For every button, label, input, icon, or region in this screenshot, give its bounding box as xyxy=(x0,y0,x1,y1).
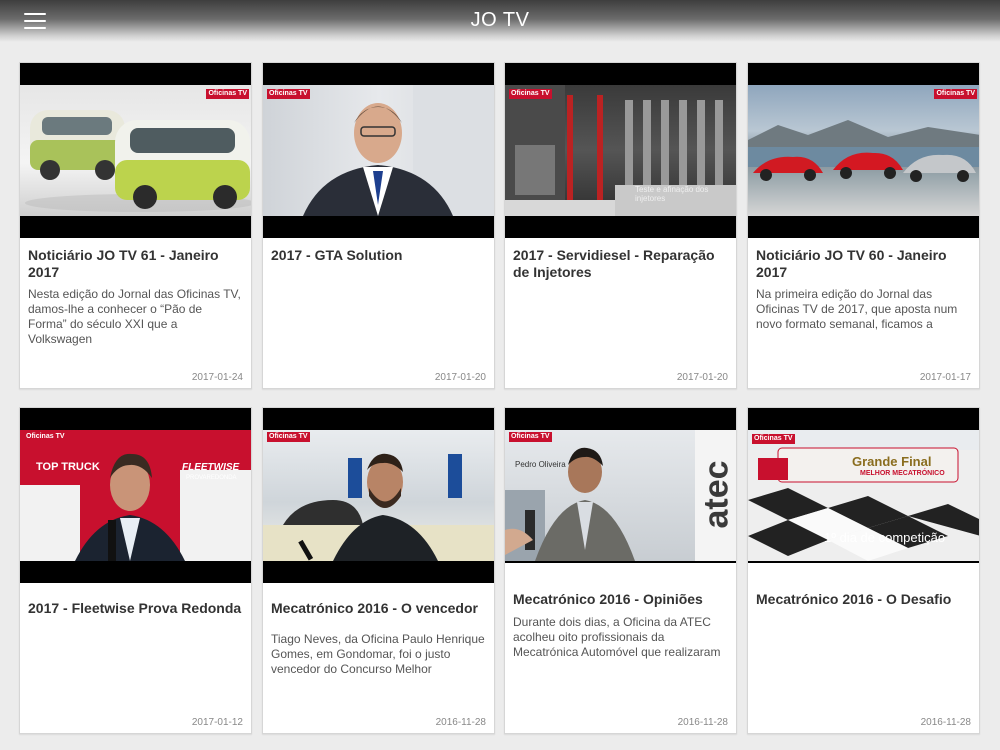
top-bar: JO TV xyxy=(0,0,1000,42)
oficinas-tv-watermark: Oficinas TV xyxy=(752,434,795,444)
video-thumbnail[interactable]: Oficinas TV Teste e afinação dos injetor… xyxy=(505,63,736,238)
video-card[interactable]: Oficinas TV Noticiário JO TV 61 - Janeir… xyxy=(19,62,252,389)
oficinas-tv-watermark: Oficinas TV xyxy=(267,89,310,99)
video-title: Noticiário JO TV 61 - Janeiro 2017 xyxy=(28,247,219,280)
video-thumbnail[interactable]: Oficinas TV xyxy=(263,63,494,238)
vw-buses-image: Oficinas TV xyxy=(20,85,251,216)
banner-fleetwise: FLEETWISE xyxy=(182,462,240,473)
video-card[interactable]: Oficinas TV Noticiário JO TV 60 - Janeir… xyxy=(747,62,980,389)
video-description: Na primeira edição do Jornal das Oficina… xyxy=(756,287,958,331)
opinions-interview-image: Oficinas TV Pedro Oliveira atec xyxy=(505,430,736,561)
vw-buses-illustration xyxy=(25,110,251,212)
video-card[interactable]: Oficinas TV 2017 - GTA Solution 2017-01-… xyxy=(262,62,495,389)
video-description: Tiago Neves, da Oficina Paulo Henrique G… xyxy=(271,632,485,676)
oficinas-tv-watermark: Oficinas TV xyxy=(934,89,977,99)
video-thumbnail[interactable]: Oficinas TV Grande Final MELHOR MECATRÓN… xyxy=(748,408,979,563)
banner-top-truck: TOP TRUCK xyxy=(36,461,100,473)
oficinas-tv-watermark: Oficinas TV xyxy=(267,432,310,442)
fleetwise-backdrop-illustration xyxy=(20,430,251,561)
video-date: 2016-11-28 xyxy=(920,717,971,728)
video-title: Mecatrónico 2016 - O vencedor xyxy=(271,600,478,616)
oficinas-tv-watermark: Oficinas TV xyxy=(206,89,249,99)
video-card[interactable]: Oficinas TV Pedro Oliveira atec Mecatrón… xyxy=(504,407,737,734)
video-thumbnail[interactable]: Oficinas TV TOP TRUCK FLEETWISE PROVARED… xyxy=(20,408,251,583)
atec-logo: atec xyxy=(697,460,736,529)
oficinas-tv-watermark: Oficinas TV xyxy=(509,432,552,442)
video-date: 2017-01-17 xyxy=(919,372,971,383)
interviewee-silhouette xyxy=(303,85,494,216)
video-card[interactable]: Oficinas TV Mecatrónico 2016 - O vencedo… xyxy=(262,407,495,734)
banner-prova-redonda: PROVAREDONDA xyxy=(186,475,237,481)
video-thumbnail[interactable]: Oficinas TV xyxy=(263,408,494,583)
video-date: 2016-11-28 xyxy=(677,717,728,728)
winner-scene-illustration xyxy=(263,453,494,561)
video-title: 2017 - Servidiesel - Reparação de Injeto… xyxy=(513,247,715,280)
video-overlay-caption: Teste e afinação dos injetores xyxy=(635,185,709,203)
oficinas-tv-watermark: Oficinas TV xyxy=(509,89,552,99)
video-title: Mecatrónico 2016 - Opiniões xyxy=(513,591,703,607)
porsche-lineup-image: Oficinas TV xyxy=(748,85,979,216)
speaker-name-caption: Pedro Oliveira xyxy=(515,460,566,469)
video-thumbnail[interactable]: Oficinas TV xyxy=(748,63,979,238)
grande-final-banner: Grande Final xyxy=(852,454,932,469)
video-date: 2017-01-24 xyxy=(191,372,243,383)
video-title: 2017 - GTA Solution xyxy=(271,247,403,263)
porsche-cars-illustration xyxy=(748,120,979,182)
winner-interview-image: Oficinas TV xyxy=(263,430,494,561)
video-thumbnail[interactable]: Oficinas TV Pedro Oliveira atec xyxy=(505,408,736,563)
melhor-mecatronico-banner: MELHOR MECATRÓNICO xyxy=(860,470,945,477)
app-title: JO TV xyxy=(470,9,530,31)
oficinas-tv-watermark: Oficinas TV xyxy=(24,432,67,442)
video-date: 2017-01-20 xyxy=(676,372,728,383)
video-thumbnail[interactable]: Oficinas TV xyxy=(20,63,251,238)
video-date: 2017-01-20 xyxy=(434,372,486,383)
video-card[interactable]: Oficinas TV Teste e afinação dos injetor… xyxy=(504,62,737,389)
video-card[interactable]: Oficinas TV TOP TRUCK FLEETWISE PROVARED… xyxy=(19,407,252,734)
video-description: Durante dois dias, a Oficina da ATEC aco… xyxy=(513,615,721,659)
injector-test-bench-image: Oficinas TV Teste e afinação dos injetor… xyxy=(505,85,736,216)
video-description: Nesta edição do Jornal das Oficinas TV, … xyxy=(28,287,241,346)
video-overlay-caption: 1º dia de competição xyxy=(824,530,946,545)
video-card[interactable]: Oficinas TV Grande Final MELHOR MECATRÓN… xyxy=(747,407,980,734)
challenge-banner-image: Oficinas TV Grande Final MELHOR MECATRÓN… xyxy=(748,430,979,561)
video-title: Noticiário JO TV 60 - Janeiro 2017 xyxy=(756,247,947,280)
fleetwise-interview-image: Oficinas TV TOP TRUCK FLEETWISE PROVARED… xyxy=(20,430,251,561)
video-title: Mecatrónico 2016 - O Desafio xyxy=(756,591,952,607)
video-title: 2017 - Fleetwise Prova Redonda xyxy=(28,600,242,616)
video-date: 2016-11-28 xyxy=(435,717,486,728)
video-date: 2017-01-12 xyxy=(191,717,243,728)
interview-image: Oficinas TV xyxy=(263,85,494,216)
